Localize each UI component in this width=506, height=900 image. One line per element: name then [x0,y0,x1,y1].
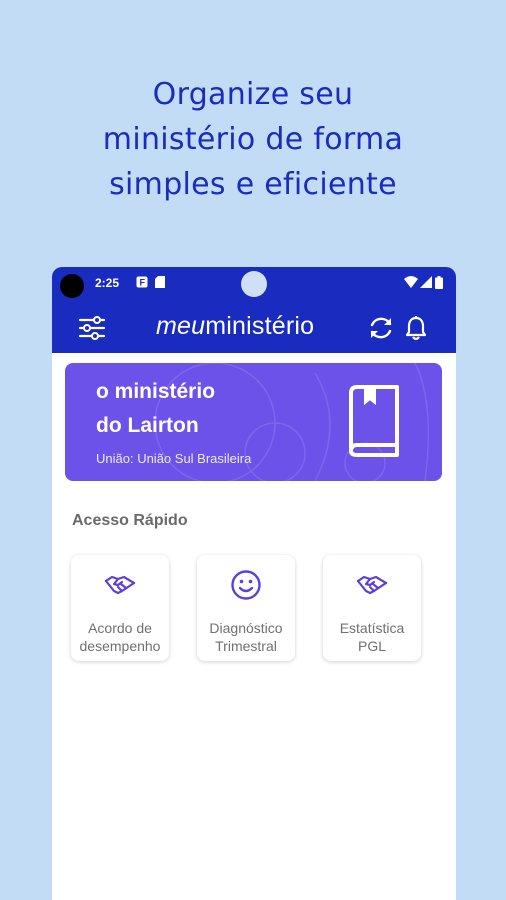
quick-access-pgl-statistics[interactable]: Estatística PGL [323,555,421,661]
tile-label: Estatística PGL [323,619,421,655]
tile-label-line-1: Estatística [339,620,405,636]
sync-button[interactable] [368,315,394,341]
headline-line-3: simples e eficiente [109,167,397,202]
tile-label-line-1: Diagnóstico [209,620,283,636]
app-notification-icon: F [136,276,148,288]
ministry-name-line-2: do Lairton [96,414,199,437]
tile-label-line-1: Acordo de [88,620,152,636]
tile-label-line-2: desempenho [79,638,161,654]
status-bar: 2:25 F [52,267,456,301]
quick-access-title: Acesso Rápido [72,512,188,529]
tile-label: Acordo de desempenho [71,619,169,655]
brand-name: ministério [205,312,315,340]
sim-card-icon [155,276,165,288]
headline-line-2: ministério de forma [102,122,404,157]
quick-access-performance-agreement[interactable]: Acordo de desempenho [71,555,169,661]
headline-line-1: Organize seu [152,77,354,112]
promo-headline: Organize seu ministério de forma simples… [0,72,506,207]
tile-label-line-2: PGL [357,638,386,654]
ministry-name: o ministério do Lairton [96,375,316,443]
ministry-name-line-1: o ministério [96,380,216,403]
smiley-icon [231,570,261,600]
wifi-icon [404,276,418,288]
signal-icon [420,276,432,288]
ministry-card[interactable]: o ministério do Lairton União: União Sul… [65,363,442,481]
filter-menu-button[interactable] [78,314,106,342]
quick-access-quarterly-diagnostic[interactable]: Diagnóstico Trimestral [197,555,295,661]
phone-screen: 2:25 F meuministério o ministério do Lai… [52,267,456,900]
status-time: 2:25 [95,276,120,290]
handshake-icon [104,575,136,595]
book-icon [349,385,399,457]
tile-label-line-2: Trimestral [215,638,277,654]
front-camera [241,271,267,297]
tile-label: Diagnóstico Trimestral [197,619,295,655]
app-bar: meuministério [52,301,456,353]
handshake-icon [356,575,388,595]
brand-prefix: meu [156,312,206,340]
battery-icon [435,276,443,289]
svg-text:F: F [140,278,146,288]
app-logo: meuministério [156,312,314,341]
union-label: União: União Sul Brasileira [96,451,252,466]
camera-cutout [60,274,84,298]
notifications-bell-button[interactable] [404,315,428,341]
